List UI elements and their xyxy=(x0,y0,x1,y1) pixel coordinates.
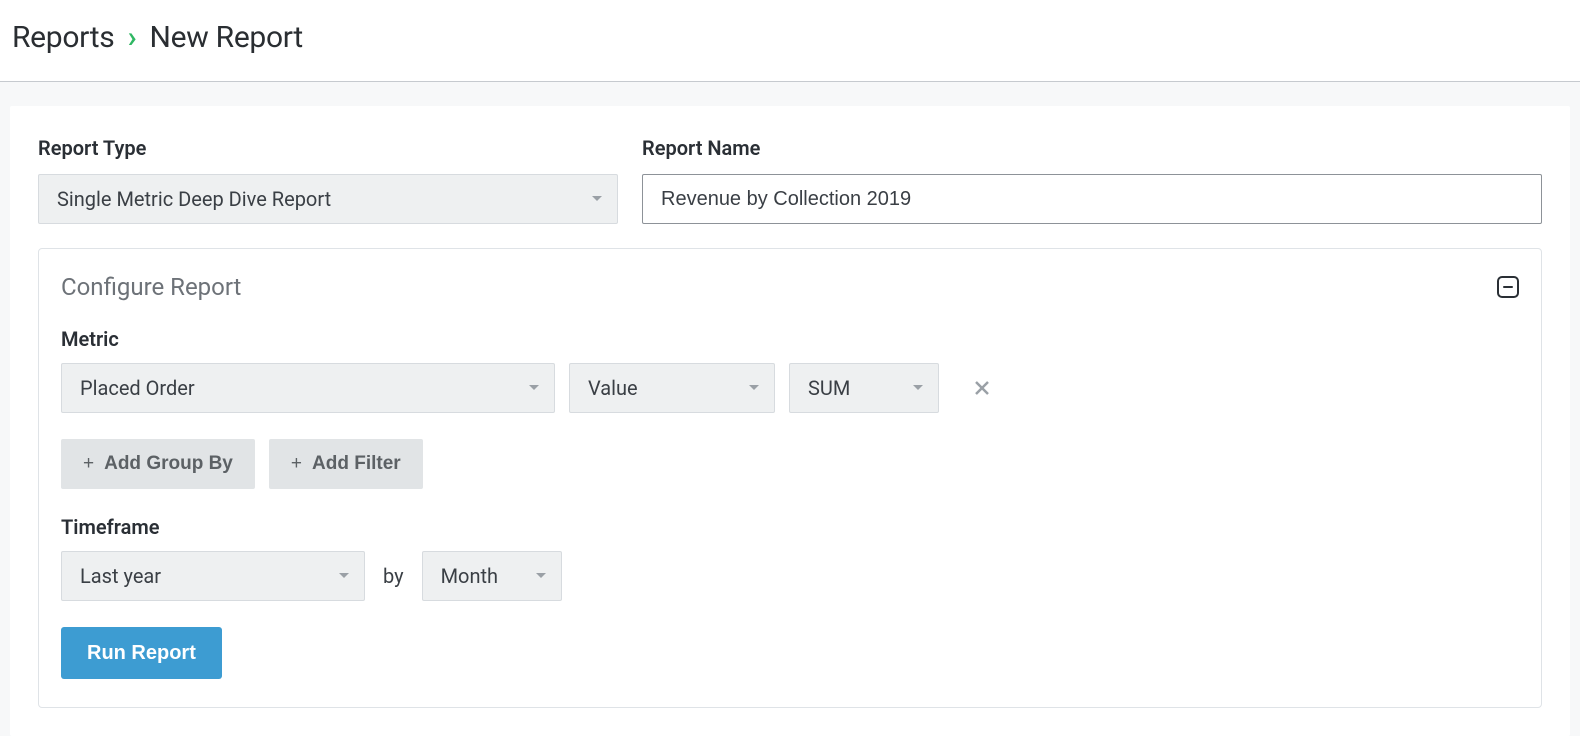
breadcrumb-root-link[interactable]: Reports xyxy=(12,20,114,55)
timeframe-value: Last year xyxy=(80,564,161,588)
metric-aggregation-value: SUM xyxy=(808,376,850,400)
breadcrumb: Reports › New Report xyxy=(12,20,1568,55)
add-filter-label: Add Filter xyxy=(312,453,401,475)
metric-property-select[interactable]: Value xyxy=(569,363,775,413)
caret-down-icon xyxy=(535,572,547,580)
report-type-select[interactable]: Single Metric Deep Dive Report xyxy=(38,174,618,224)
panel-title: Configure Report xyxy=(61,273,241,301)
report-type-label: Report Type xyxy=(38,136,618,160)
page-body: Report Type Single Metric Deep Dive Repo… xyxy=(0,82,1580,736)
breadcrumb-current: New Report xyxy=(150,20,303,55)
metric-aggregation-select[interactable]: SUM xyxy=(789,363,939,413)
caret-down-icon xyxy=(338,572,350,580)
caret-down-icon xyxy=(748,384,760,392)
metric-event-value: Placed Order xyxy=(80,376,195,400)
configure-report-panel: Configure Report Metric Placed Order Val… xyxy=(38,248,1542,708)
run-report-button[interactable]: Run Report xyxy=(61,627,222,679)
report-type-value: Single Metric Deep Dive Report xyxy=(57,187,331,211)
add-group-by-button[interactable]: + Add Group By xyxy=(61,439,255,489)
caret-down-icon xyxy=(912,384,924,392)
report-name-label: Report Name xyxy=(642,136,1542,160)
report-form-card: Report Type Single Metric Deep Dive Repo… xyxy=(10,106,1570,736)
timeframe-select[interactable]: Last year xyxy=(61,551,365,601)
caret-down-icon xyxy=(528,384,540,392)
interval-value: Month xyxy=(441,564,498,588)
caret-down-icon xyxy=(591,195,603,203)
report-name-input[interactable] xyxy=(642,174,1542,224)
metric-property-value: Value xyxy=(588,376,638,400)
add-group-by-label: Add Group By xyxy=(104,453,233,475)
chevron-right-icon: › xyxy=(128,20,137,55)
close-icon xyxy=(974,380,990,396)
page-header: Reports › New Report xyxy=(0,0,1580,81)
collapse-button[interactable] xyxy=(1497,276,1519,298)
clear-metric-button[interactable] xyxy=(967,373,997,403)
plus-icon: + xyxy=(83,453,94,475)
interval-select[interactable]: Month xyxy=(422,551,562,601)
metric-event-select[interactable]: Placed Order xyxy=(61,363,555,413)
metric-label: Metric xyxy=(61,327,1519,351)
minus-icon xyxy=(1503,286,1513,288)
by-text: by xyxy=(383,564,404,588)
add-filter-button[interactable]: + Add Filter xyxy=(269,439,423,489)
plus-icon: + xyxy=(291,453,302,475)
timeframe-label: Timeframe xyxy=(61,515,1519,539)
